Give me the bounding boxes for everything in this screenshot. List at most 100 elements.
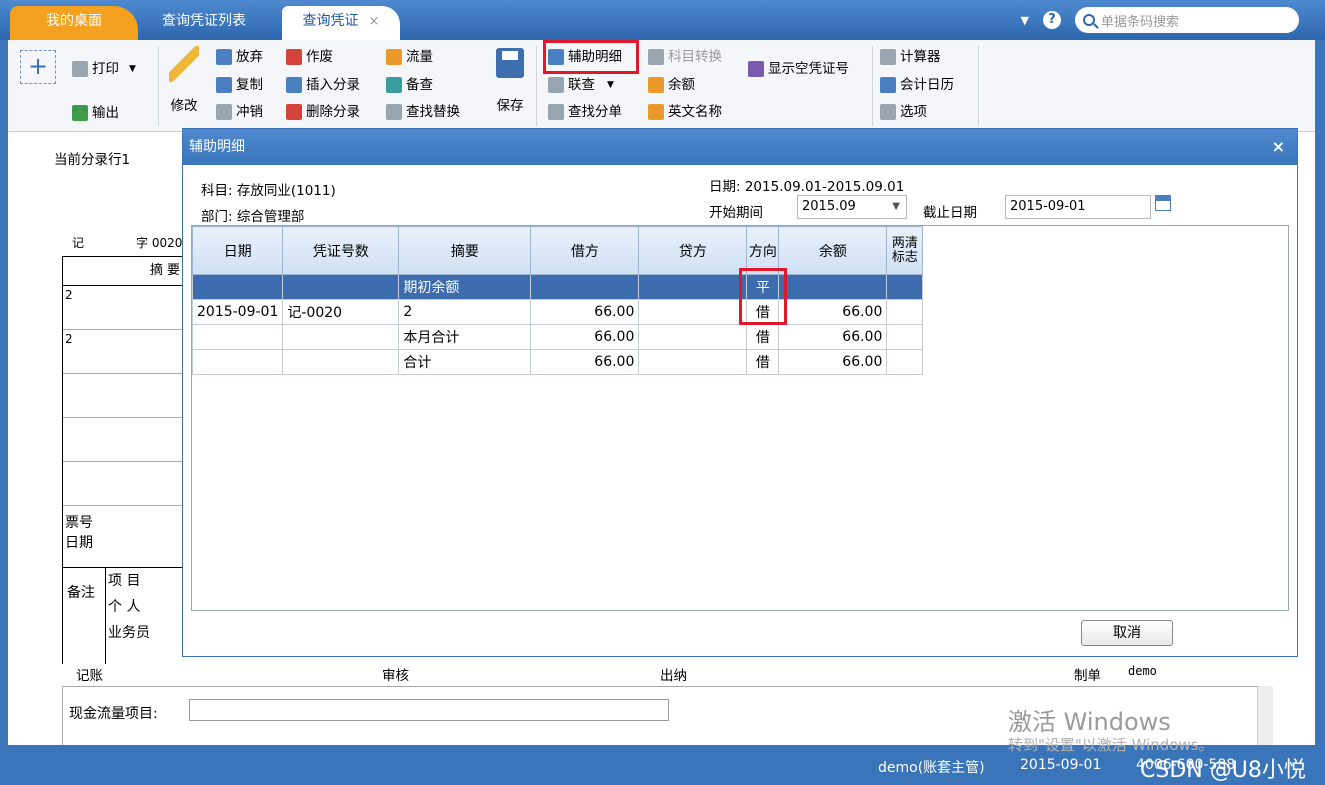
close-icon[interactable]: × <box>1272 129 1285 165</box>
reverse-label: 冲销 <box>236 104 263 120</box>
options-label: 选项 <box>900 104 927 120</box>
insert-entry-button[interactable]: 插入分录 <box>286 74 360 96</box>
printer-icon <box>72 61 88 77</box>
account-convert-icon <box>648 49 664 65</box>
find-replace-label: 查找替换 <box>406 104 460 120</box>
calendar-button[interactable]: 会计日历 <box>880 74 954 96</box>
start-period-select[interactable]: 2015.09 ▼ <box>797 195 907 219</box>
cancel-button[interactable]: 取消 <box>1081 620 1173 646</box>
table-header-row: 日期 凭证号数 摘要 借方 贷方 方向 余额 两清标志 <box>191 226 924 275</box>
calendar-icon <box>880 77 896 93</box>
link-query-label: 联查 <box>568 77 595 93</box>
add-button[interactable]: + <box>20 50 56 84</box>
reverse-button[interactable]: 冲销 <box>216 101 263 123</box>
voucher-row[interactable] <box>63 374 182 418</box>
toolbar-divider <box>158 46 159 126</box>
voucher-row[interactable]: 2 <box>63 330 182 374</box>
tab-voucher-list[interactable]: 查询凭证列表 <box>140 6 268 40</box>
void-button[interactable]: 作废 <box>286 46 333 68</box>
copy-button[interactable]: 复制 <box>216 74 263 96</box>
calendar-icon[interactable] <box>1155 195 1171 211</box>
tab-bar: 我的桌面 查询凭证列表 查询凭证 × ▼ ? 单据条码搜索 <box>0 0 1325 40</box>
save-icon <box>496 48 524 78</box>
current-row-label: 当前分录行1 <box>54 152 131 168</box>
abandon-button[interactable]: 放弃 <box>216 46 263 68</box>
cell-debit <box>530 274 640 300</box>
post-label: 记账 <box>76 668 103 684</box>
delete-icon <box>286 104 302 120</box>
table-row[interactable]: 本月合计 66.00 借 66.00 <box>191 324 924 350</box>
cell-credit <box>638 324 748 350</box>
toolbar: + 打印 ▼ 输出 修改 放弃 复制 冲销 作废 插入分录 删除分录 流量 备查 … <box>8 40 1315 132</box>
highlight-aux-detail <box>543 40 639 74</box>
table-row[interactable]: 2015-09-01 记-0020 2 66.00 借 66.00 <box>191 299 924 325</box>
cell-flag <box>886 299 924 325</box>
search-input[interactable]: 单据条码搜索 <box>1075 7 1299 33</box>
col-voucher-no[interactable]: 凭证号数 <box>282 226 400 275</box>
department-label: 部门: 综合管理部 <box>201 209 305 225</box>
show-empty-no-button[interactable]: 显示空凭证号 <box>748 58 849 80</box>
chevron-down-icon[interactable]: ▼ <box>1021 14 1029 27</box>
col-credit[interactable]: 贷方 <box>638 226 748 275</box>
toolbar-divider <box>978 46 979 126</box>
start-period-label: 开始期间 <box>709 205 763 221</box>
find-entry-button[interactable]: 查找分单 <box>548 101 622 123</box>
void-icon <box>286 49 302 65</box>
voucher-row[interactable] <box>63 462 182 506</box>
col-debit[interactable]: 借方 <box>530 226 640 275</box>
cash-flow-input[interactable] <box>189 699 669 721</box>
end-date-input[interactable]: 2015-09-01 <box>1005 195 1151 219</box>
col-balance[interactable]: 余额 <box>778 226 888 275</box>
copy-label: 复制 <box>236 77 263 93</box>
flow-label: 流量 <box>406 49 433 65</box>
calculator-button[interactable]: 计算器 <box>880 46 941 68</box>
chevron-down-icon: ▼ <box>892 201 900 212</box>
cashier-label: 出纳 <box>660 668 687 684</box>
cell-direction: 借 <box>746 349 780 375</box>
search-icon <box>1083 14 1095 26</box>
modify-button[interactable]: 修改 <box>164 46 204 114</box>
show-empty-no-label: 显示空凭证号 <box>768 61 849 77</box>
balance-icon <box>648 77 664 93</box>
link-query-button[interactable]: 联查 ▼ <box>548 74 614 96</box>
csdn-watermark: CSDN @U8小悦 <box>1140 758 1306 783</box>
cell-summary: 合计 <box>398 349 532 375</box>
tab-query-voucher[interactable]: 查询凭证 × <box>282 6 400 40</box>
calendar-label: 会计日历 <box>900 77 954 93</box>
table-row[interactable]: 合计 66.00 借 66.00 <box>191 349 924 375</box>
chevron-down-icon: ▼ <box>129 64 136 74</box>
english-name-icon <box>648 104 664 120</box>
delete-entry-button[interactable]: 删除分录 <box>286 101 360 123</box>
person-label: 个 人 <box>108 599 141 615</box>
close-icon[interactable]: × <box>369 14 380 29</box>
english-name-button[interactable]: 英文名称 <box>648 101 722 123</box>
options-button[interactable]: 选项 <box>880 101 927 123</box>
voucher-row[interactable] <box>63 418 182 462</box>
export-button[interactable]: 输出 <box>72 102 119 124</box>
find-replace-button[interactable]: 查找替换 <box>386 101 460 123</box>
balance-button[interactable]: 余额 <box>648 74 695 96</box>
col-date[interactable]: 日期 <box>191 226 284 275</box>
cell-debit: 66.00 <box>530 349 640 375</box>
tab-my-desktop[interactable]: 我的桌面 <box>10 6 138 40</box>
table-row[interactable]: 期初余额 平 <box>191 274 924 300</box>
salesman-label: 业务员 <box>108 625 150 641</box>
col-summary[interactable]: 摘要 <box>398 226 532 275</box>
options-icon <box>880 104 896 120</box>
vertical-scrollbar[interactable] <box>1257 686 1273 746</box>
check-button[interactable]: 备查 <box>386 74 433 96</box>
account-convert-button[interactable]: 科目转换 <box>648 46 722 68</box>
cell-summary: 本月合计 <box>398 324 532 350</box>
cell-credit <box>638 349 748 375</box>
cell-date <box>191 324 284 350</box>
cash-flow-label: 现金流量项目: <box>69 706 158 722</box>
col-clear-flag[interactable]: 两清标志 <box>886 226 924 275</box>
find-entry-icon <box>548 104 564 120</box>
help-icon[interactable]: ? <box>1043 11 1061 29</box>
modify-label: 修改 <box>170 98 198 114</box>
print-button[interactable]: 打印 ▼ <box>72 58 136 80</box>
cell-voucher <box>282 274 400 300</box>
voucher-row[interactable]: 2 <box>63 286 182 330</box>
save-button[interactable]: 保存 <box>490 48 530 114</box>
flow-button[interactable]: 流量 <box>386 46 433 68</box>
